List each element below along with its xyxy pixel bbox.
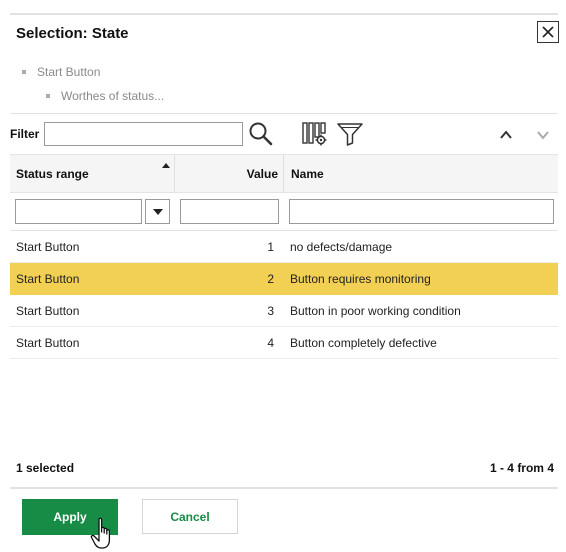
cell-status-range: Start Button <box>16 303 80 318</box>
sort-ascending-icon <box>162 163 170 168</box>
header-divider <box>10 113 558 114</box>
status-range-filter-input[interactable] <box>15 199 142 224</box>
cell-status-range: Start Button <box>16 239 80 254</box>
cell-name: Button requires monitoring <box>290 271 431 286</box>
grid-header: Status range Value Name <box>10 154 558 193</box>
column-header-value[interactable]: Value <box>175 155 278 193</box>
top-divider <box>10 13 558 15</box>
selected-count: 1 selected <box>16 461 75 475</box>
column-settings-icon <box>302 122 327 146</box>
breadcrumb-label: Start Button <box>37 65 101 79</box>
paging-info: 1 - 4 from 4 <box>489 461 554 475</box>
breadcrumb-label: Worthes of status... <box>61 89 165 103</box>
search-button[interactable] <box>247 120 275 148</box>
close-button[interactable] <box>537 21 559 43</box>
selection-grid: Status range Value Name Start Button 1 n… <box>10 154 558 359</box>
close-icon <box>542 26 554 38</box>
dialog-title: Selection: State <box>16 25 129 42</box>
table-row[interactable]: Start Button 1 no defects/damage <box>10 231 558 263</box>
breadcrumb-item[interactable]: Start Button <box>22 65 100 79</box>
filter-funnel-icon <box>337 123 363 146</box>
cell-value: 2 <box>267 271 274 286</box>
column-filter-row <box>10 193 558 231</box>
cell-name: no defects/damage <box>290 239 393 254</box>
bullet-icon <box>22 70 26 74</box>
caret-down-icon <box>152 208 163 215</box>
move-up-button[interactable] <box>495 124 517 146</box>
column-header-status-range[interactable]: Status range <box>16 155 89 193</box>
filter-input[interactable] <box>44 122 243 146</box>
table-row[interactable]: Start Button 3 Button in poor working co… <box>10 295 558 327</box>
footer-divider <box>10 487 558 489</box>
chevron-down-icon <box>537 131 549 140</box>
cell-value: 4 <box>267 335 274 350</box>
cell-status-range: Start Button <box>16 271 80 286</box>
name-filter-input[interactable] <box>289 199 554 224</box>
table-row[interactable]: Start Button 4 Button completely defecti… <box>10 327 558 359</box>
move-down-button[interactable] <box>532 124 554 146</box>
cell-name: Button completely defective <box>290 335 437 350</box>
cancel-button[interactable]: Cancel <box>142 499 238 534</box>
cell-value: 3 <box>267 303 274 318</box>
filter-label: Filter <box>10 127 40 141</box>
breadcrumb-item[interactable]: Worthes of status... <box>46 89 164 103</box>
search-icon <box>249 122 273 146</box>
filter-funnel-button[interactable] <box>335 120 365 148</box>
status-range-dropdown-button[interactable] <box>145 199 170 224</box>
column-header-name[interactable]: Name <box>291 155 324 193</box>
cell-value: 1 <box>267 239 274 254</box>
bullet-icon <box>46 94 50 98</box>
table-row-selected[interactable]: Start Button 2 Button requires monitorin… <box>10 263 558 295</box>
cell-name: Button in poor working condition <box>290 303 461 318</box>
value-filter-input[interactable] <box>180 199 279 224</box>
column-divider <box>283 155 284 193</box>
hand-pointer-cursor-icon <box>90 517 111 549</box>
cell-status-range: Start Button <box>16 335 80 350</box>
chevron-up-icon <box>500 130 512 139</box>
column-settings-button[interactable] <box>301 120 329 148</box>
